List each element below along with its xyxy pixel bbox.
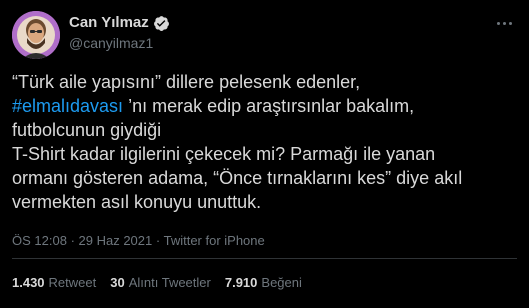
more-dot: [508, 21, 512, 25]
more-dot: [502, 21, 506, 25]
author-name[interactable]: Can Yılmaz: [69, 14, 149, 32]
tweet-line: “Türk aile yapısını” dillere pelesenk ed…: [12, 72, 361, 92]
likes-label: Beğeni: [261, 275, 302, 290]
more-options-icon[interactable]: [494, 14, 514, 32]
divider: [12, 258, 517, 259]
verified-badge-icon: [153, 15, 170, 32]
tweet-date[interactable]: 29 Haz 2021: [79, 233, 153, 248]
quotes-count: 30: [110, 275, 125, 290]
retweets-label: Retweet: [48, 275, 97, 290]
author-name-row: Can Yılmaz: [69, 14, 170, 32]
tweet-line: ormanı gösteren adama, “Önce tırnakların…: [12, 168, 463, 188]
tweet-card: Can Yılmaz @canyilmaz1 “Türk aile yapısı…: [0, 0, 529, 308]
tweet-line: #elmalıdavası ’nı merak edip araştırsınl…: [12, 94, 522, 118]
meta-separator: ·: [155, 233, 164, 248]
tweet-line-text: ’nı merak edip araştırsınlar bakalım,: [123, 96, 415, 116]
author-handle[interactable]: @canyilmaz1: [69, 34, 153, 52]
tweet-line: T-Shirt kadar ilgilerini çekecek mi? Par…: [12, 144, 436, 164]
tweet-meta: ÖS 12:08 · 29 Haz 2021 · Twitter for iPh…: [12, 233, 265, 249]
retweets-count: 1.430: [12, 275, 45, 290]
quotes-stat[interactable]: 30 Alıntı Tweetler: [110, 275, 211, 291]
more-dot: [496, 21, 500, 25]
hashtag-link[interactable]: #elmalıdavası: [12, 96, 123, 116]
tweet-line: futbolcunun giydiği: [12, 120, 162, 140]
tweet-stats: 1.430 Retweet 30 Alıntı Tweetler 7.910 Beğe…: [12, 275, 302, 291]
likes-count: 7.910: [224, 275, 258, 290]
tweet-source[interactable]: Twitter for iPhone: [164, 233, 265, 248]
meta-separator: ·: [70, 233, 79, 248]
tweet-line: vermekten asıl konuyu unuttuk.: [12, 192, 262, 212]
avatar[interactable]: [12, 11, 60, 59]
retweets-stat[interactable]: 1.430 Retweet: [12, 275, 96, 291]
tweet-time[interactable]: ÖS 12:08: [12, 233, 67, 248]
tweet-text: “Türk aile yapısını” dillere pelesenk ed…: [12, 70, 522, 214]
likes-stat[interactable]: 7.910 Beğeni: [225, 275, 302, 291]
quotes-label: Alıntı Tweetler: [128, 275, 211, 290]
avatar-image: [12, 11, 60, 59]
